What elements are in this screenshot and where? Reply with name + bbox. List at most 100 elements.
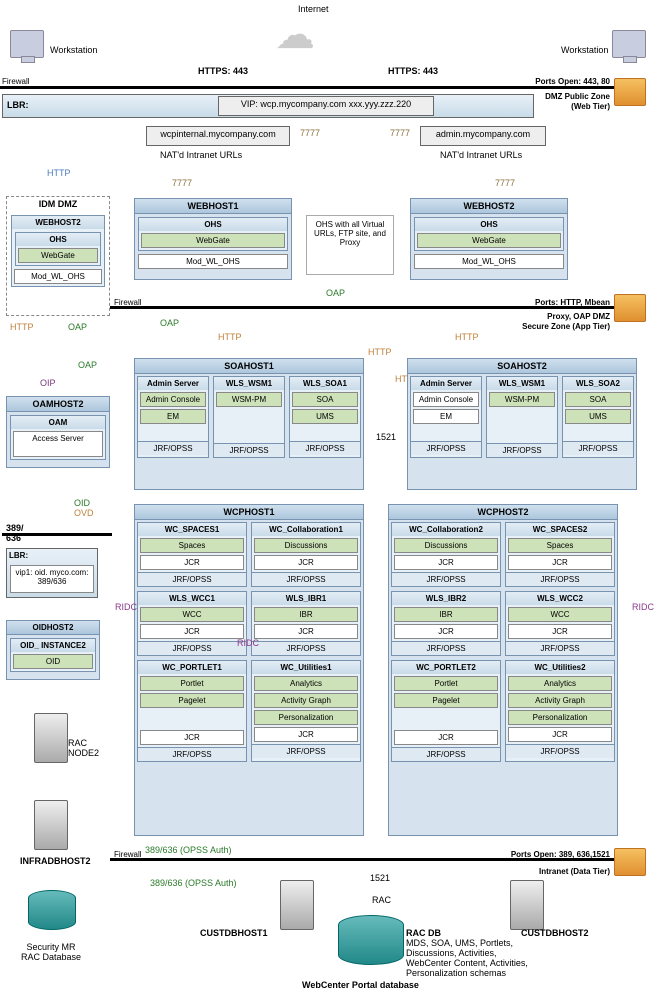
ridc2: RIDC [237, 638, 259, 648]
custdb2-lbl: CUSTDBHOST2 [521, 928, 589, 938]
webhost2-ohs: OHS [415, 218, 563, 231]
oam-access: Access Server [13, 431, 103, 457]
w2-ibr-jrf: JRF/OPSS [392, 641, 500, 655]
nat-left: wcpinternal.mycompany.com [146, 126, 290, 146]
w2-spaces: Spaces [508, 538, 612, 553]
oidhost2: OIDHOST2 OID_ INSTANCE2 OID [6, 620, 100, 680]
firewall-2-ports: Ports: HTTP, Mbean [535, 298, 610, 307]
soa1-jrf2: JRF/OPSS [214, 443, 284, 457]
w2-util-jrf: JRF/OPSS [506, 744, 614, 758]
w2-util-t: WC_Utilities2 [506, 661, 614, 674]
soa2-ums: UMS [565, 409, 631, 424]
w2-port-t: WC_PORTLET2 [392, 661, 500, 674]
w2-collab-jrf: JRF/OPSS [392, 572, 500, 586]
w1-wcc-jcr: JCR [140, 624, 244, 639]
soa1-wsm: WLS_WSM1 [214, 377, 284, 390]
racdb-schemas: MDS, SOA, UMS, Portlets, Discussions, Ac… [406, 938, 536, 978]
w1-collab-jrf: JRF/OPSS [252, 572, 360, 586]
oid-inst: OID_ INSTANCE2 [11, 639, 95, 652]
soa2-admin: Admin Server [411, 377, 481, 390]
soahost2-title: SOAHOST2 [408, 359, 636, 374]
lbr2: LBR: vip1: oid. myco.com: 389/636 [6, 548, 98, 598]
webhost1: WEBHOST1 OHS WebGate Mod_WL_OHS [134, 198, 292, 280]
soa1-ums: UMS [292, 409, 358, 424]
https-left: HTTPS: 443 [198, 66, 248, 76]
cloud-icon: ☁ [275, 12, 315, 58]
opss2: 389/636 (OPSS Auth) [150, 878, 237, 888]
p7777-4: 7777 [495, 178, 515, 188]
soa1-soa-hdr: WLS_SOA1 [290, 377, 360, 390]
soahost2: SOAHOST2 Admin Server Admin Console EM J… [407, 358, 637, 490]
w2-ibr-jcr: JCR [394, 624, 498, 639]
w1-graph: Activity Graph [254, 693, 358, 708]
firewall-3-icon [614, 848, 646, 876]
w1-spaces-t: WC_SPACES1 [138, 523, 246, 536]
firewall-1-line [0, 86, 646, 89]
soa2-jrf3: JRF/OPSS [563, 441, 633, 455]
firewall-3-zone: Intranet (Data Tier) [539, 867, 610, 876]
webhost2-webgate: WebGate [417, 233, 561, 248]
wcphost1-title: WCPHOST1 [135, 505, 363, 520]
w1-wcc-t: WLS_WCC1 [138, 592, 246, 605]
firewall-1-ports: Ports Open: 443, 80 [535, 77, 610, 86]
w2-collab-jcr: JCR [394, 555, 498, 570]
webhost1-mod: Mod_WL_OHS [138, 254, 288, 269]
w1-port-jrf: JRF/OPSS [138, 747, 246, 761]
soa2-jrf1: JRF/OPSS [411, 441, 481, 455]
p7777-2: 7777 [390, 128, 410, 138]
firewall-1-label: Firewall [2, 77, 30, 86]
infradb-lbl: INFRADBHOST2 [20, 856, 91, 866]
firewall-2-label: Firewall [114, 298, 142, 307]
w1-ibr: IBR [254, 607, 358, 622]
opss1: 389/636 (OPSS Auth) [145, 845, 232, 855]
firewall-3-ports: Ports Open: 389, 636,1521 [511, 850, 610, 859]
idm-dmz-title: IDM DMZ [7, 197, 109, 211]
custdb1-lbl: CUSTDBHOST1 [200, 928, 268, 938]
idm-dmz: IDM DMZ WEBHOST2 OHS WebGate Mod_WL_OHS [6, 196, 110, 316]
l-oap2: OAP [160, 318, 179, 328]
w1-portlet: Portlet [140, 676, 244, 691]
secdb-lbl: Security MR RAC Database [16, 942, 86, 962]
nat-right-lbl: NAT'd Intranet URLs [440, 150, 522, 160]
soa2-soa: SOA [565, 392, 631, 407]
firewall-2-icon [614, 294, 646, 322]
w1-ibr-jcr: JCR [254, 624, 358, 639]
w1-pagelet: Pagelet [140, 693, 244, 708]
l-oip: OIP [40, 378, 56, 388]
webhost2-mod: Mod_WL_OHS [414, 254, 564, 269]
w2-ibr: IBR [394, 607, 498, 622]
w1-ibr-t: WLS_IBR1 [252, 592, 360, 605]
p7777-3: 7777 [172, 178, 192, 188]
l-oid: OID [74, 498, 90, 508]
soa2-wsmpm: WSM-PM [489, 392, 555, 407]
w1-spaces-jrf: JRF/OPSS [138, 572, 246, 586]
racdb-lbl: RAC DB [406, 928, 441, 938]
firewall-2-zone: Proxy, OAP DMZ [547, 312, 610, 321]
w2-pers: Personalization [508, 710, 612, 725]
soa2-wsm: WLS_WSM1 [487, 377, 557, 390]
soa2-jrf2: JRF/OPSS [487, 443, 557, 457]
w1-analytics: Analytics [254, 676, 358, 691]
l-http3: HTTP [368, 347, 392, 357]
soa2-console: Admin Console [413, 392, 479, 407]
w1-port-t: WC_PORTLET1 [138, 661, 246, 674]
oamhost2-title: OAMHOST2 [7, 397, 109, 412]
idm-http: HTTP [47, 168, 71, 178]
p7777-1: 7777 [300, 128, 320, 138]
w1-util-jcr: JCR [254, 727, 358, 742]
soa1-jrf3: JRF/OPSS [290, 441, 360, 455]
soa1-em: EM [140, 409, 206, 424]
webhost2: WEBHOST2 OHS WebGate Mod_WL_OHS [410, 198, 568, 280]
soa1-console: Admin Console [140, 392, 206, 407]
oid-oid: OID [13, 654, 93, 669]
ohs-center: OHS with all Virtual URLs, FTP site, and… [306, 215, 394, 275]
w2-wcc-t: WLS_WCC2 [506, 592, 614, 605]
w2-wcc-jcr: JCR [508, 624, 612, 639]
workstation-right-label: Workstation [561, 45, 608, 55]
w1-spaces-jcr: JCR [140, 555, 244, 570]
w2-wcc-jrf: JRF/OPSS [506, 641, 614, 655]
soahost1: SOAHOST1 Admin Server Admin Console EM J… [134, 358, 364, 490]
lbr-label: LBR: [7, 100, 29, 110]
webhost1-webgate: WebGate [141, 233, 285, 248]
firewall-3-label: Firewall [114, 850, 142, 859]
